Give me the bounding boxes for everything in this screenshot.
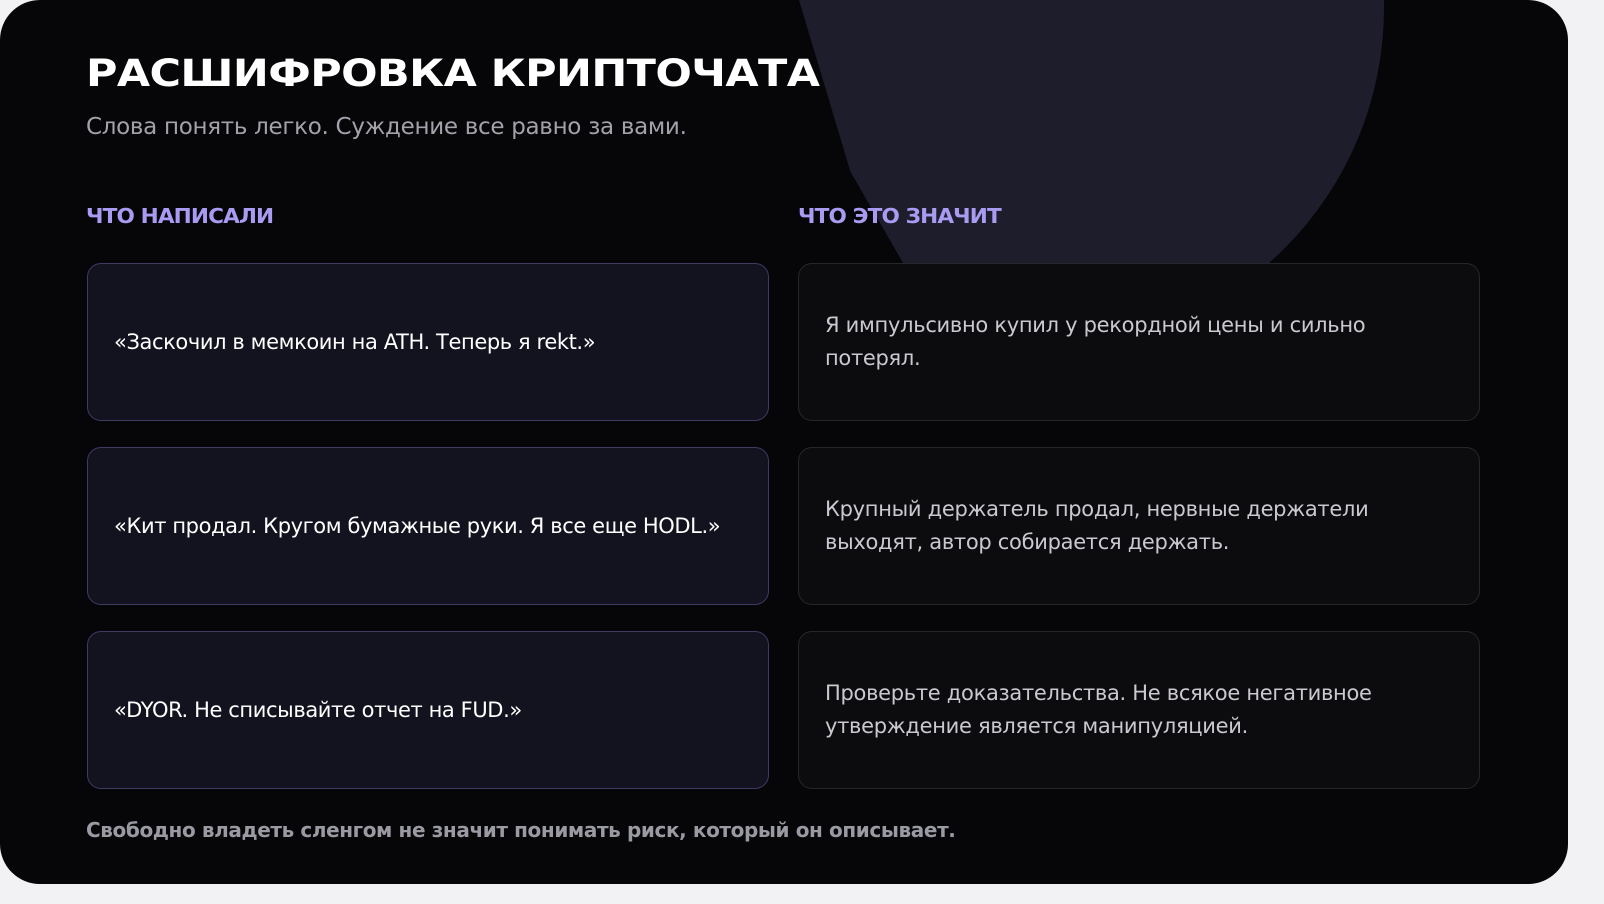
column-heading-written: ЧТО НАПИСАЛИ [86, 204, 274, 228]
page-title: РАСШИФРОВКА КРИПТОЧАТА [86, 52, 820, 95]
meaning-text: Я импульсивно купил у рекордной цены и с… [825, 313, 1366, 370]
meaning-text: Проверьте доказательства. Не всякое нега… [825, 681, 1372, 738]
column-heading-meaning: ЧТО ЭТО ЗНАЧИТ [798, 204, 1002, 228]
phrase-text: «Заскочил в мемкоин на ATH. Теперь я rek… [114, 330, 596, 354]
phrase-text: «DYOR. Не списывайте отчет на FUD.» [114, 698, 522, 722]
phrase-card-2: «Кит продал. Кругом бумажные руки. Я все… [87, 447, 769, 605]
footer-note: Свободно владеть сленгом не значит поним… [86, 818, 956, 842]
meaning-card-2: Крупный держатель продал, нервные держат… [798, 447, 1480, 605]
meaning-text: Крупный держатель продал, нервные держат… [825, 497, 1369, 554]
phrase-text: «Кит продал. Кругом бумажные руки. Я все… [114, 514, 721, 538]
meaning-card-1: Я импульсивно купил у рекордной цены и с… [798, 263, 1480, 421]
page-subtitle: Слова понять легко. Суждение все равно з… [86, 114, 687, 140]
slide: РАСШИФРОВКА КРИПТОЧАТА Слова понять легк… [0, 0, 1568, 884]
phrase-card-3: «DYOR. Не списывайте отчет на FUD.» [87, 631, 769, 789]
meaning-card-3: Проверьте доказательства. Не всякое нега… [798, 631, 1480, 789]
phrase-card-1: «Заскочил в мемкоин на ATH. Теперь я rek… [87, 263, 769, 421]
